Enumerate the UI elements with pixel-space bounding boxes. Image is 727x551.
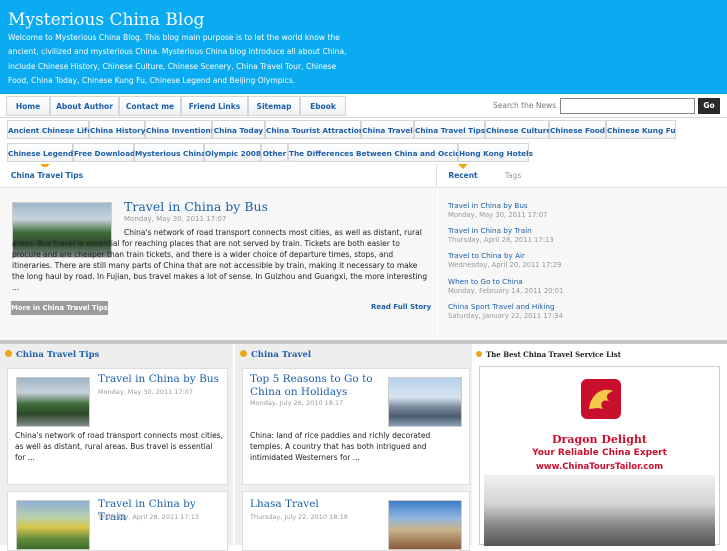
tab-tags[interactable]: Tags — [490, 167, 536, 187]
category-other[interactable]: Other — [261, 143, 288, 162]
recent-date: Monday, May 30, 2011 17:07 — [448, 211, 548, 219]
post-card: Travel in China by Bus Monday, May 30, 2… — [7, 368, 228, 485]
category-hong-kong-hotels[interactable]: Hong Kong Hotels — [458, 143, 533, 162]
category-china-today[interactable]: China Today — [212, 120, 265, 139]
more-in-travel-tips-button[interactable]: More in China Travel Tips — [11, 301, 108, 315]
post-thumbnail[interactable] — [16, 500, 90, 550]
category-chinese-legend[interactable]: Chinese Legend — [7, 143, 73, 162]
recent-title[interactable]: China Sport Travel and Hiking — [448, 302, 563, 311]
post-date: Monday, July 26, 2010 18:17 — [250, 399, 344, 407]
search-input[interactable] — [560, 98, 695, 114]
recent-date: Thursday, April 28, 2011 17:13 — [448, 236, 554, 244]
search-label: Search the News — [493, 101, 557, 110]
ad-url[interactable]: www.ChinaToursTailor.com — [480, 462, 719, 472]
column-heading-text[interactable]: China Travel — [251, 350, 311, 360]
column-heading: China Travel — [240, 350, 311, 360]
tab-china-travel-tips[interactable]: China Travel Tips — [8, 167, 86, 187]
recent-date: Monday, February 14, 2011 20:01 — [448, 287, 564, 295]
nav-ebook[interactable]: Ebook — [300, 96, 346, 116]
list-item: Travel in China by Train Thursday, April… — [448, 226, 554, 244]
column-china-travel: China Travel Top 5 Reasons to Go to Chin… — [235, 344, 472, 551]
column-heading-text[interactable]: China Travel Tips — [16, 350, 99, 360]
post-title[interactable]: Lhasa Travel — [250, 498, 382, 511]
list-item: When to Go to China Monday, February 14,… — [448, 277, 563, 295]
bullet-icon — [240, 350, 247, 357]
post-date: Thursday, July 22, 2010 18:18 — [250, 513, 348, 521]
category-mysterious-china[interactable]: Mysterious China — [134, 143, 206, 162]
recent-title[interactable]: Travel in China by Bus — [448, 201, 547, 210]
recent-title[interactable]: When to Go to China — [448, 277, 563, 286]
list-item: Travel in China by Bus Monday, May 30, 2… — [448, 201, 547, 219]
category-china-tourist-attractions[interactable]: China Tourist Attractions — [265, 120, 368, 139]
column-china-travel-tips: China Travel Tips Travel in China by Bus… — [0, 344, 233, 551]
post-excerpt: China: land of rice paddies and richly d… — [250, 431, 431, 462]
nav-home[interactable]: Home — [6, 96, 50, 116]
category-chinese-culture[interactable]: Chinese Culture — [485, 120, 551, 139]
post-title[interactable]: Travel in China by Bus — [98, 373, 223, 386]
ad-scenery-image — [484, 475, 715, 546]
column-heading-text: The Best China Travel Service List — [486, 350, 621, 359]
category-free-download[interactable]: Free Download — [73, 143, 135, 162]
ad-tagline: Your Reliable China Expert — [532, 448, 667, 458]
bullet-icon — [5, 350, 12, 357]
category-china-inventions[interactable]: China Inventions — [145, 120, 215, 139]
post-card: Lhasa Travel Thursday, July 22, 2010 18:… — [242, 491, 470, 551]
featured-panel: China Travel Tips Travel in China by Bus… — [0, 164, 437, 340]
featured-date: Monday, May 30, 2011 17:07 — [124, 215, 227, 223]
post-date: Thursday, April 28, 2011 17:13 — [98, 513, 200, 521]
recent-title[interactable]: Travel in China by Train — [448, 226, 554, 235]
featured-excerpt: China's network of road transport connec… — [12, 228, 428, 292]
category-chinese-food[interactable]: Chinese Food — [549, 120, 606, 139]
post-thumbnail[interactable] — [388, 500, 462, 550]
post-title[interactable]: Top 5 Reasons to Go to China on Holidays — [250, 373, 382, 399]
post-excerpt: China's network of road transport connec… — [15, 431, 223, 462]
featured-title[interactable]: Travel in China by Bus — [124, 199, 268, 214]
tab-recent[interactable]: Recent — [440, 167, 486, 187]
category-china-history[interactable]: China History — [89, 120, 146, 139]
column-heading: The Best China Travel Service List — [476, 350, 621, 359]
recent-date: Wednesday, April 20, 2011 17:29 — [448, 261, 562, 269]
recent-panel: Recent Tags Travel in China by Bus Monda… — [438, 164, 727, 340]
post-date: Monday, May 30, 2011 17:07 — [98, 388, 194, 396]
list-item: Travel to China by Air Wednesday, April … — [448, 251, 561, 269]
post-thumbnail[interactable] — [16, 377, 90, 427]
category-chinese-kung-fu[interactable]: Chinese Kung Fu — [606, 120, 676, 139]
site-title[interactable]: Mysterious China Blog — [8, 10, 719, 30]
category-china-travel-tips[interactable]: China Travel Tips — [414, 120, 485, 139]
site-header: Mysterious China Blog Welcome to Mysteri… — [0, 0, 727, 94]
category-ancient-chinese-life[interactable]: Ancient Chinese Life — [7, 120, 92, 139]
post-card: Top 5 Reasons to Go to China on Holidays… — [242, 368, 470, 485]
column-heading: China Travel Tips — [5, 350, 99, 360]
search-go-button[interactable]: Go — [698, 98, 720, 114]
nav-about-author[interactable]: About Author — [50, 96, 119, 116]
post-thumbnail[interactable] — [388, 377, 462, 427]
post-card: Travel in China by Train Thursday, April… — [7, 491, 228, 551]
dragon-delight-ad[interactable]: Dragon Delight Your Reliable China Exper… — [479, 366, 720, 546]
ad-brand: Dragon Delight — [552, 433, 647, 446]
nav-contact-me[interactable]: Contact me — [119, 96, 181, 116]
category-differences-china-occident[interactable]: The Differences Between China and Occide… — [288, 143, 474, 162]
list-item: China Sport Travel and Hiking Saturday, … — [448, 302, 563, 320]
bullet-icon — [476, 351, 482, 357]
category-olympic-2008[interactable]: Olympic 2008 — [204, 143, 261, 162]
category-nav-row-1: Ancient Chinese Life China History China… — [0, 118, 727, 142]
recent-date: Saturday, January 22, 2011 17:34 — [448, 312, 563, 320]
category-china-travel[interactable]: China Travel — [361, 120, 414, 139]
dragon-logo-icon — [581, 379, 621, 419]
site-description: Welcome to Mysterious China Blog. This b… — [8, 33, 347, 86]
recent-list: Travel in China by Bus Monday, May 30, 2… — [438, 187, 727, 340]
column-best-travel-service: The Best China Travel Service List Drago… — [473, 344, 727, 546]
nav-friend-links[interactable]: Friend Links — [181, 96, 248, 116]
recent-title[interactable]: Travel to China by Air — [448, 251, 561, 260]
category-nav-row-2: Chinese Legend Free Download Mysterious … — [0, 141, 727, 165]
read-full-story-link[interactable]: Read Full Story — [371, 303, 431, 311]
nav-sitemap[interactable]: Sitemap — [248, 96, 300, 116]
